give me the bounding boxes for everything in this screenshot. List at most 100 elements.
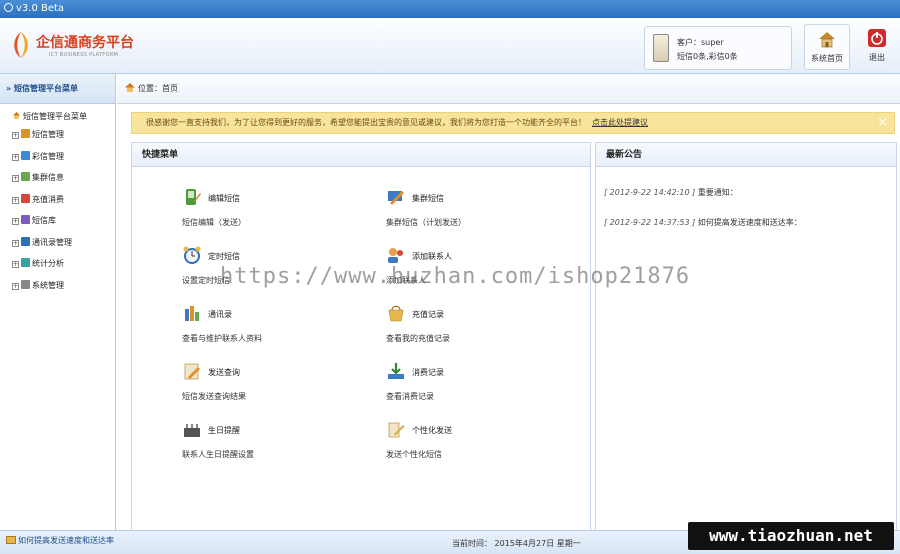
quick-item-timed-sms[interactable]: 定时短信 设置定时短信: [182, 245, 382, 295]
menu-tree: 短信管理平台菜单 + 短信管理 + 彩信管理 + 集群信息 + 充值消费 + 短信库 + 通…: [0, 104, 115, 296]
expand-icon[interactable]: +: [12, 239, 19, 247]
quick-item-title: 发送查询: [208, 368, 240, 377]
sidebar-item-contacts[interactable]: + 通讯录管理: [12, 232, 115, 254]
quick-item-desc: 集群短信（计划发送）: [386, 218, 466, 227]
sidebar-item-settings[interactable]: + 系统管理: [12, 275, 115, 297]
expand-icon[interactable]: +: [12, 196, 19, 204]
current-time: 当前时间： 2015年4月27日 星期一: [452, 539, 581, 548]
quick-item-desc: 短信发送查询结果: [182, 392, 246, 401]
quick-item-birthday[interactable]: 生日提醒 联系人生日提醒设置: [182, 419, 382, 469]
house-icon: [819, 32, 835, 48]
logo-icon: [14, 32, 28, 58]
edit-sms-icon: [186, 189, 201, 205]
app-icon: [4, 3, 13, 12]
quick-item-title: 个性化发送: [412, 426, 452, 435]
status-news-ticker[interactable]: 如何提高发送速度和送达率；重要通知；: [6, 535, 114, 546]
home-icon: [12, 111, 21, 120]
tree-root[interactable]: 短信管理平台菜单: [12, 110, 115, 124]
quick-item-desc: 发送个性化短信: [386, 450, 442, 459]
quick-item-title: 编辑短信: [208, 194, 240, 203]
expand-icon[interactable]: +: [12, 261, 19, 268]
news-panel: 最新公告 [ 2012-9-22 14:42:10 ] 重要通知： [ 2012…: [595, 142, 897, 552]
quick-item-send-query[interactable]: 发送查询 短信发送查询结果: [182, 361, 382, 411]
expand-icon[interactable]: +: [12, 218, 19, 225]
quick-item-desc: 短信编辑（发送）: [182, 218, 246, 227]
quick-item-add-contact[interactable]: 添加联系人 添加联系人: [386, 245, 586, 295]
expand-icon[interactable]: +: [12, 282, 19, 290]
suggestion-link[interactable]: 点击此处提建议: [592, 118, 648, 127]
quick-item-desc: 查看消费记录: [386, 392, 434, 401]
sidebar-item-sms[interactable]: + 短信管理: [12, 124, 115, 146]
notice-banner: 很感谢您一直支持我们，为了让您得到更好的服务，希望您能提出宝贵的意见或建议，我们…: [131, 112, 895, 134]
news-title: 最新公告: [596, 143, 896, 167]
quick-item-group-sms[interactable]: 集群短信 集群短信（计划发送）: [386, 187, 586, 237]
status-news-text: 如何提高发送速度和送达率；重要通知；: [18, 536, 114, 545]
quick-item-desc: 添加联系人: [386, 276, 426, 285]
address-book-icon: [185, 306, 199, 321]
quick-item-address-book[interactable]: 通讯录 查看与维护联系人资料: [182, 303, 382, 353]
mail-icon: [6, 536, 16, 544]
system-home-label: 系统首页: [811, 54, 843, 63]
settings-icon: [21, 279, 30, 289]
sidebar-item-recharge[interactable]: + 充值消费: [12, 189, 115, 211]
quick-item-consume-record[interactable]: 消费记录 查看消费记录: [386, 361, 586, 411]
mms-icon: [21, 150, 30, 160]
quick-item-recharge-record[interactable]: 充值记录 查看我的充值记录: [386, 303, 586, 353]
recharge-icon: [21, 193, 30, 203]
window-titlebar: v3.0 Beta: [0, 0, 900, 18]
expand-icon[interactable]: +: [12, 132, 19, 139]
user-info-box: 客户：super 短信0条,彩信0条: [644, 26, 792, 70]
quick-item-desc: 查看我的充值记录: [386, 334, 450, 343]
news-date: [ 2012-9-22 14:37:53 ]: [604, 218, 696, 227]
notice-text: 很感谢您一直支持我们，为了让您得到更好的服务，希望您能提出宝贵的意见或建议，我们…: [146, 118, 586, 127]
sidebar-item-stats[interactable]: + 统计分析: [12, 253, 115, 275]
system-home-button[interactable]: 系统首页: [804, 24, 850, 70]
sidebar-item-mms[interactable]: + 彩信管理: [12, 146, 115, 168]
quick-item-title: 消费记录: [412, 368, 444, 377]
sidebar-item-label: 短信管理: [32, 130, 64, 139]
quick-item-custom-send[interactable]: 个性化发送 发送个性化短信: [386, 419, 586, 469]
logo-title: 企信通商务平台: [36, 35, 134, 51]
main-content: 位置：首页 很感谢您一直支持我们，为了让您得到更好的服务，希望您能提出宝贵的意见…: [117, 74, 900, 552]
news-item[interactable]: [ 2012-9-22 14:37:53 ] 如何提高发送速度和送达率：: [604, 217, 802, 228]
user-name: 客户：super: [677, 38, 724, 47]
expand-icon[interactable]: +: [12, 153, 19, 161]
user-quota: 短信0条,彩信0条: [677, 52, 738, 61]
news-item[interactable]: [ 2012-9-22 14:42:10 ] 重要通知：: [604, 187, 738, 198]
group-icon: [21, 172, 30, 181]
add-contact-icon: [388, 248, 403, 263]
power-icon: [868, 29, 886, 47]
exit-button[interactable]: 退出: [858, 24, 896, 70]
user-card-icon: [653, 34, 669, 62]
sidebar-title: » 短信管理平台菜单: [0, 74, 115, 104]
sidebar-item-library[interactable]: + 短信库: [12, 210, 115, 232]
quick-item-title: 集群短信: [412, 194, 444, 203]
quick-item-edit-sms[interactable]: 编辑短信 短信编辑（发送）: [182, 187, 382, 237]
close-icon[interactable]: ×: [877, 115, 888, 131]
news-text: 如何提高发送速度和送达率：: [697, 218, 802, 227]
group-sms-icon: [388, 191, 404, 205]
quick-item-desc: 联系人生日提醒设置: [182, 450, 254, 459]
quick-item-desc: 设置定时短信: [182, 276, 230, 285]
expand-icon[interactable]: +: [12, 175, 19, 182]
send-query-icon: [184, 363, 200, 380]
quick-item-title: 生日提醒: [208, 426, 240, 435]
sidebar-item-group[interactable]: + 集群信息: [12, 167, 115, 189]
exit-label: 退出: [869, 53, 885, 62]
quick-menu-title: 快捷菜单: [132, 143, 590, 167]
site-watermark: www.tiaozhuan.net: [688, 522, 894, 550]
stats-icon: [21, 258, 30, 267]
sidebar-item-label: 统计分析: [32, 259, 64, 268]
quick-item-title: 充值记录: [412, 310, 444, 319]
header: 企信通商务平台 ICT BUSINESS PLATFORM 客户：super 短…: [0, 18, 900, 74]
birthday-icon: [184, 424, 200, 437]
custom-send-icon: [388, 422, 405, 438]
quick-item-title: 通讯录: [208, 310, 232, 319]
sidebar: » 短信管理平台菜单 短信管理平台菜单 + 短信管理 + 彩信管理 + 集群信息 + 充…: [0, 74, 116, 530]
tree-root-label: 短信管理平台菜单: [23, 112, 87, 121]
window-title: v3.0 Beta: [16, 3, 65, 14]
news-date: [ 2012-9-22 14:42:10 ]: [604, 188, 696, 197]
sms-icon: [21, 129, 30, 138]
sidebar-item-label: 系统管理: [32, 280, 64, 290]
quick-menu-panel: 快捷菜单 编辑短信 短信编辑（发送） 集群短信 集群短信（计划发送） 定时短信 …: [131, 142, 591, 552]
